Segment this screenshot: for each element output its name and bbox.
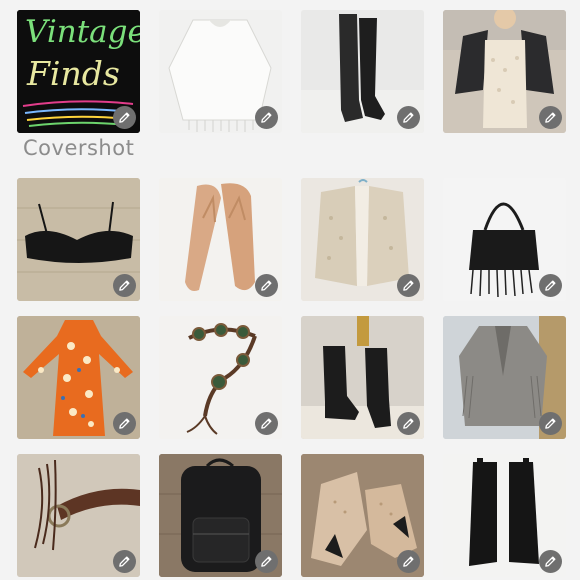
black-chelsea-boots-tile[interactable] — [443, 454, 566, 577]
pencil-icon — [545, 112, 556, 123]
pencil-icon — [261, 556, 272, 567]
pencil-icon — [119, 280, 130, 291]
edit-button[interactable] — [255, 274, 278, 297]
cover-title-line2: Finds — [27, 54, 120, 93]
edit-button[interactable] — [113, 106, 136, 129]
edit-button[interactable] — [397, 106, 420, 129]
edit-button[interactable] — [539, 550, 562, 573]
covershot-label: Covershot — [23, 136, 135, 160]
pencil-icon — [261, 418, 272, 429]
edit-button[interactable] — [539, 106, 562, 129]
listing-photo-grid: { "cover": { "line1": "Vintage", "line2"… — [0, 0, 580, 580]
tan-flip-flops-tile[interactable] — [159, 178, 282, 301]
pencil-icon — [403, 112, 414, 123]
edit-button[interactable] — [397, 274, 420, 297]
edit-button[interactable] — [113, 550, 136, 573]
brown-leather-belt-tile[interactable] — [17, 454, 140, 577]
lace-romper-leather-jacket-tile[interactable] — [443, 10, 566, 133]
edit-button[interactable] — [255, 106, 278, 129]
black-western-boots-tile[interactable] — [301, 316, 424, 439]
pencil-icon — [403, 280, 414, 291]
black-lace-bra-tile[interactable] — [17, 178, 140, 301]
white-crochet-poncho-tile[interactable] — [159, 10, 282, 133]
cover-photo-tile[interactable]: Vintage Finds — [17, 10, 140, 133]
edit-button[interactable] — [113, 412, 136, 435]
concho-belt-tile[interactable] — [159, 316, 282, 439]
studded-ankle-booties-tile[interactable] — [301, 454, 424, 577]
pencil-icon — [261, 280, 272, 291]
pencil-icon — [119, 112, 130, 123]
edit-button[interactable] — [255, 412, 278, 435]
black-cowboy-boots-tile[interactable] — [301, 10, 424, 133]
pencil-icon — [403, 556, 414, 567]
pencil-icon — [545, 280, 556, 291]
pencil-icon — [261, 112, 272, 123]
pencil-icon — [545, 418, 556, 429]
edit-button[interactable] — [539, 274, 562, 297]
suede-fringe-jacket-tile[interactable] — [443, 316, 566, 439]
beaded-fringe-bag-tile[interactable] — [443, 178, 566, 301]
edit-button[interactable] — [397, 550, 420, 573]
edit-button[interactable] — [255, 550, 278, 573]
black-leather-backpack-tile[interactable] — [159, 454, 282, 577]
pencil-icon — [119, 556, 130, 567]
edit-button[interactable] — [113, 274, 136, 297]
edit-button[interactable] — [539, 412, 562, 435]
sequin-bolero-tile[interactable] — [301, 178, 424, 301]
pencil-icon — [545, 556, 556, 567]
cover-title-line1: Vintage — [25, 14, 140, 50]
edit-button[interactable] — [397, 412, 420, 435]
orange-floral-dress-tile[interactable] — [17, 316, 140, 439]
pencil-icon — [119, 418, 130, 429]
pencil-icon — [403, 418, 414, 429]
